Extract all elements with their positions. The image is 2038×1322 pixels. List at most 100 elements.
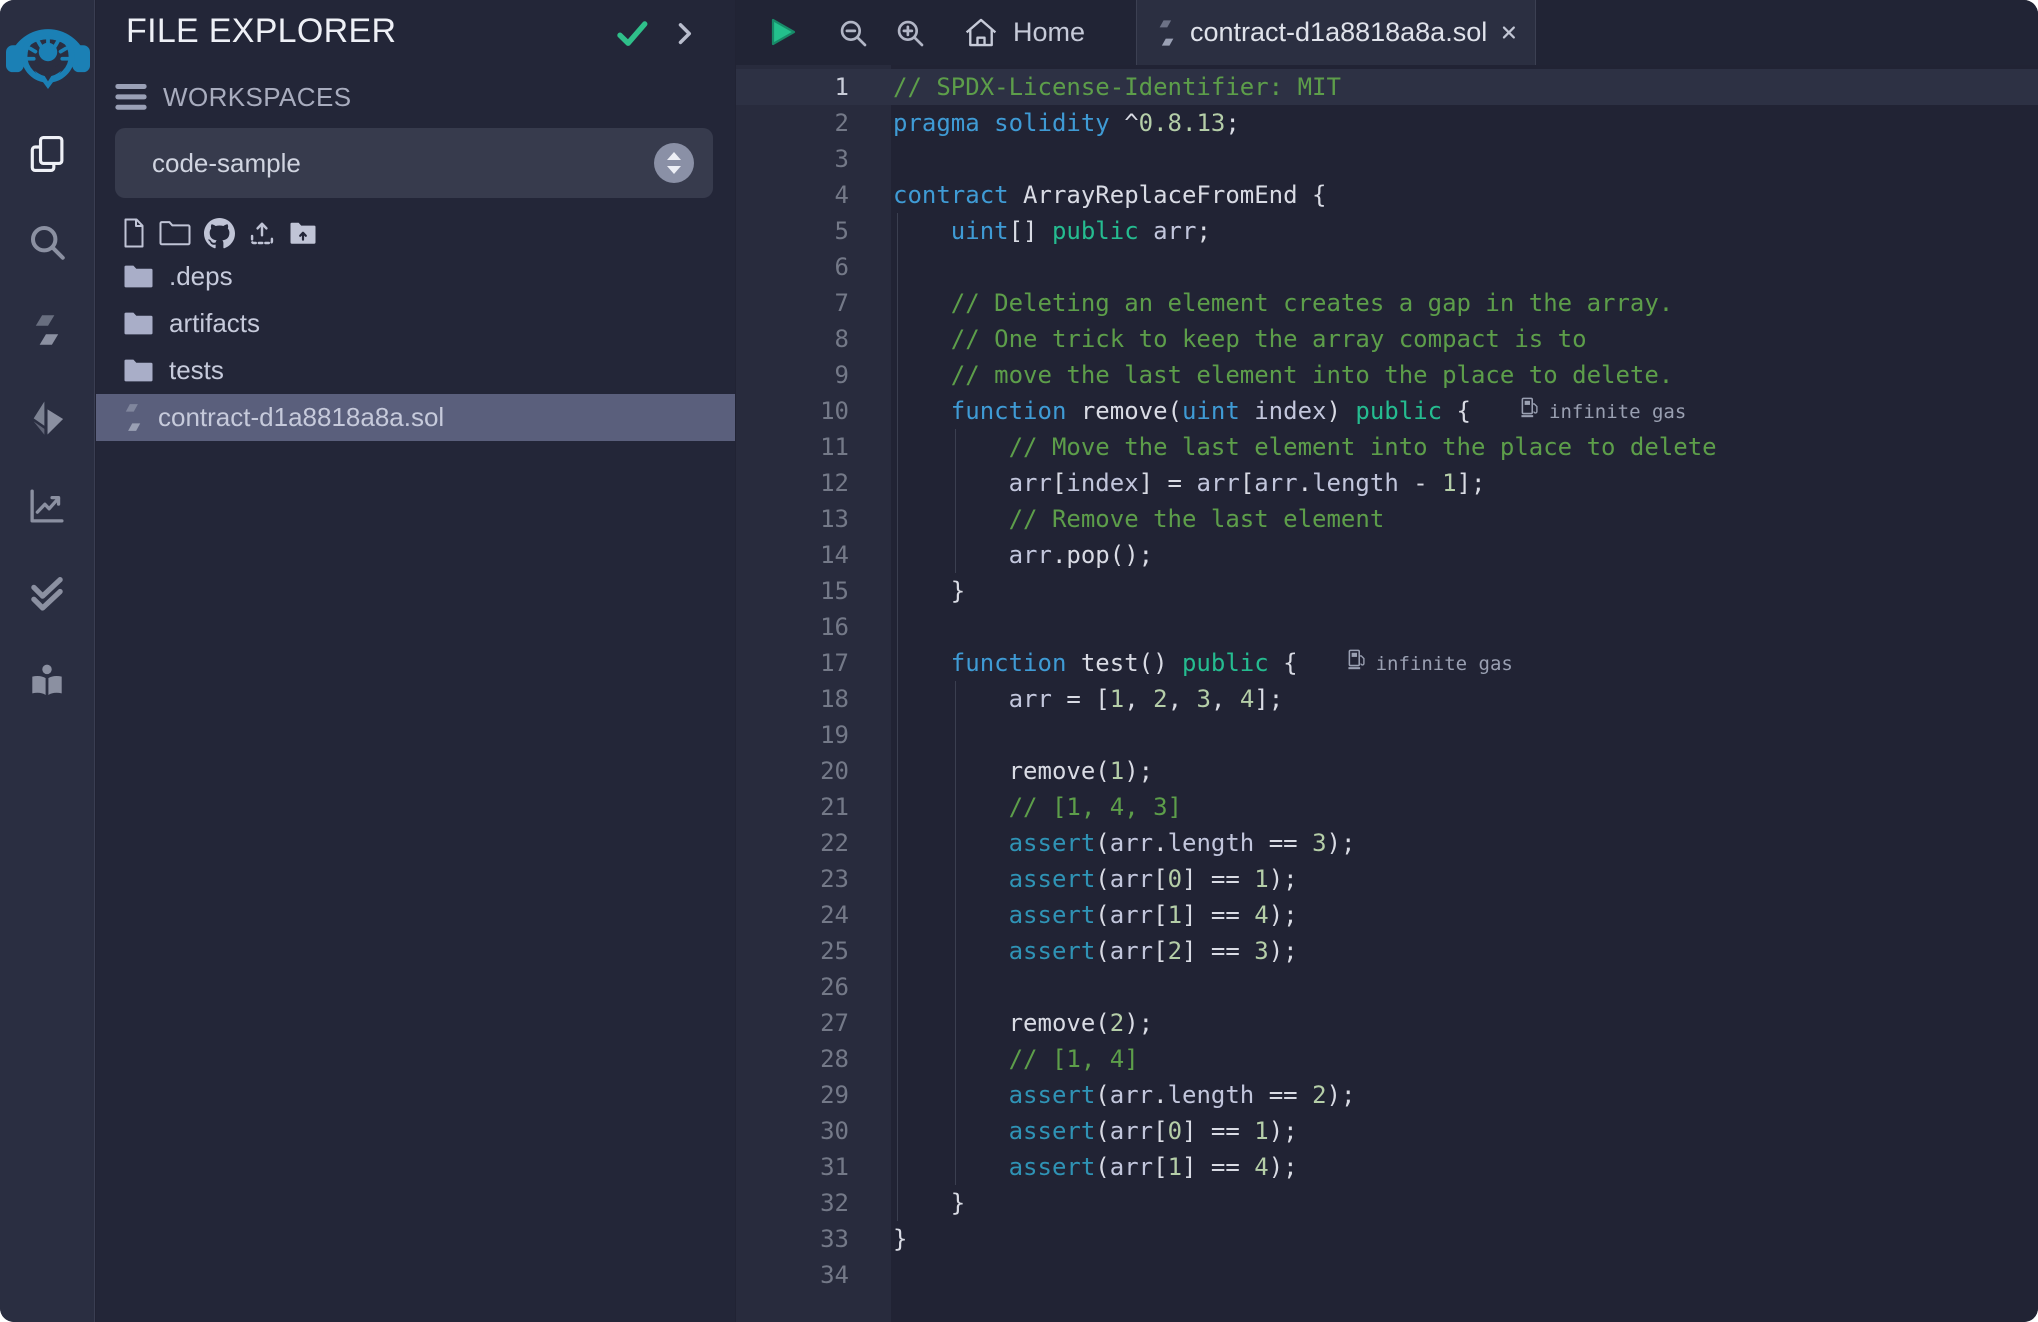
line-number: 6 <box>736 249 849 285</box>
code-line: 20 remove(1); <box>736 753 2038 789</box>
code-line: 29 assert(arr.length == 2); <box>736 1077 2038 1113</box>
remix-logo-icon <box>6 10 90 86</box>
line-number: 15 <box>736 573 849 609</box>
line-number: 1 <box>736 69 849 105</box>
code-line: 23 assert(arr[0] == 1); <box>736 861 2038 897</box>
gas-estimate-badge: infinite gas <box>1348 646 1513 682</box>
search-icon <box>26 221 68 266</box>
code-line-text <box>849 969 893 1005</box>
tree-item-label: contract-d1a8818a8a.sol <box>158 402 444 433</box>
tree-item-artifacts[interactable]: artifacts <box>96 300 735 347</box>
gas-estimate-label: infinite gas <box>1549 394 1686 430</box>
code-content: 1// SPDX-License-Identifier: MIT2pragma … <box>736 69 2038 1293</box>
tab-label: contract-d1a8818a8a.sol <box>1190 17 1487 48</box>
tree-item-contract-d1a8818a8a.sol[interactable]: contract-d1a8818a8a.sol <box>96 394 735 441</box>
folder-icon <box>123 311 154 336</box>
line-number: 24 <box>736 897 849 933</box>
learn-icon <box>26 661 68 706</box>
code-line: 12 arr[index] = arr[arr.length - 1]; <box>736 465 2038 501</box>
code-line-text: function remove(uint index) public {infi… <box>849 393 1686 429</box>
activity-deploy-run-button[interactable] <box>0 375 94 463</box>
upload-folder-button[interactable] <box>289 221 317 245</box>
tab-contract-file[interactable]: contract-d1a8818a8a.sol <box>1136 0 1536 65</box>
code-line-text: assert(arr[2] == 3); <box>849 933 1298 969</box>
github-icon <box>204 218 235 249</box>
code-line-text <box>849 1257 893 1293</box>
activity-learn-button[interactable] <box>0 639 94 727</box>
close-icon[interactable] <box>1501 20 1517 45</box>
code-line: 26 <box>736 969 2038 1005</box>
activity-solidity-compiler-button[interactable] <box>0 287 94 375</box>
zoom-in-icon[interactable] <box>894 17 926 49</box>
new-folder-icon <box>159 220 191 246</box>
tree-item-.deps[interactable]: .deps <box>96 253 735 300</box>
line-number: 16 <box>736 609 849 645</box>
solidity-compiler-icon <box>26 309 68 354</box>
code-line: 25 assert(arr[2] == 3); <box>736 933 2038 969</box>
file-actions-row <box>122 214 317 252</box>
code-line: 27 remove(2); <box>736 1005 2038 1041</box>
code-line-text: arr = [1, 2, 3, 4]; <box>849 681 1283 717</box>
code-line: 3 <box>736 141 2038 177</box>
workspace-select[interactable]: code-sample <box>115 128 713 198</box>
file-tree: .depsartifactstests contract-d1a8818a8a.s… <box>96 253 735 441</box>
line-number: 5 <box>736 213 849 249</box>
code-line: 16 <box>736 609 2038 645</box>
activity-files-button[interactable] <box>0 111 94 199</box>
line-number: 12 <box>736 465 849 501</box>
activity-analysis-button[interactable] <box>0 463 94 551</box>
code-line-text: remove(1); <box>849 753 1153 789</box>
code-editor[interactable]: 1// SPDX-License-Identifier: MIT2pragma … <box>736 65 2038 1322</box>
code-line-text: // Remove the last element <box>849 501 1384 537</box>
upload-file-button[interactable] <box>248 219 276 247</box>
new-file-button[interactable] <box>122 218 146 248</box>
code-line: 11 // Move the last element into the pla… <box>736 429 2038 465</box>
new-folder-button[interactable] <box>159 220 191 246</box>
code-line-text: assert(arr[0] == 1); <box>849 861 1298 897</box>
code-line: 21 // [1, 4, 3] <box>736 789 2038 825</box>
github-button[interactable] <box>204 218 235 249</box>
code-line-text: // Move the last element into the place … <box>849 429 1717 465</box>
upload-file-icon <box>248 219 276 247</box>
zoom-out-icon[interactable] <box>837 17 869 49</box>
line-number: 28 <box>736 1041 849 1077</box>
main-area: Home contract-d1a8818a8a.sol 1// SPDX-Li… <box>736 0 2038 1322</box>
solidity-file-icon <box>1157 19 1176 47</box>
line-number: 22 <box>736 825 849 861</box>
code-line: 14 arr.pop(); <box>736 537 2038 573</box>
tree-item-tests[interactable]: tests <box>96 347 735 394</box>
workspaces-menu-icon[interactable] <box>115 84 147 110</box>
run-play-icon[interactable] <box>764 14 800 50</box>
code-line-text: assert(arr[1] == 4); <box>849 897 1298 933</box>
upload-folder-icon <box>289 221 317 245</box>
code-line: 9 // move the last element into the plac… <box>736 357 2038 393</box>
code-line-text: } <box>849 1221 907 1257</box>
code-line: 17 function test() public {infinite gas <box>736 645 2038 681</box>
tab-home[interactable]: Home <box>942 0 1107 65</box>
line-number: 4 <box>736 177 849 213</box>
tab-bar: Home contract-d1a8818a8a.sol <box>736 0 2038 65</box>
workspaces-row: WORKSPACES <box>115 83 351 111</box>
code-line: 7 // Deleting an element creates a gap i… <box>736 285 2038 321</box>
new-file-icon <box>122 218 146 248</box>
code-line-text: // One trick to keep the array compact i… <box>849 321 1587 357</box>
code-line-text: function test() public {infinite gas <box>849 645 1513 681</box>
line-number: 31 <box>736 1149 849 1185</box>
activity-search-button[interactable] <box>0 199 94 287</box>
line-number: 10 <box>736 393 849 429</box>
line-number: 21 <box>736 789 849 825</box>
code-line: 31 assert(arr[1] == 4); <box>736 1149 2038 1185</box>
line-number: 18 <box>736 681 849 717</box>
gas-estimate-badge: infinite gas <box>1521 394 1686 430</box>
code-line: 1// SPDX-License-Identifier: MIT <box>736 69 2038 105</box>
check-icon[interactable] <box>614 15 650 51</box>
code-line-text: // [1, 4, 3] <box>849 789 1182 825</box>
code-line: 24 assert(arr[1] == 4); <box>736 897 2038 933</box>
line-number: 3 <box>736 141 849 177</box>
code-line-text: arr.pop(); <box>849 537 1153 573</box>
line-number: 9 <box>736 357 849 393</box>
line-number: 19 <box>736 717 849 753</box>
chevron-right-icon[interactable] <box>670 19 698 47</box>
activity-unit-testing-button[interactable] <box>0 551 94 639</box>
code-line-text <box>849 141 893 177</box>
